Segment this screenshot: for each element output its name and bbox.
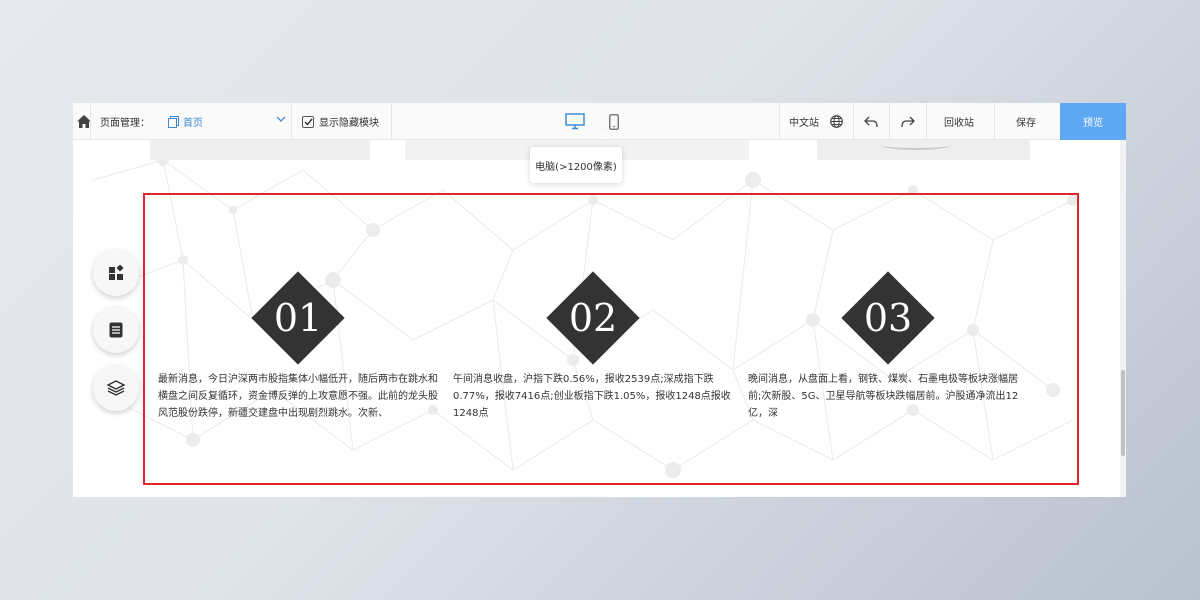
- globe-button[interactable]: [829, 103, 843, 140]
- show-hidden-label: 显示隐藏模块: [319, 118, 379, 129]
- layers-icon: [107, 380, 125, 396]
- column-text: 最新消息，今日沪深两市股指集体小幅低开，随后两市在跳水和横盘之间反复循环，资金博…: [158, 374, 438, 419]
- column-text: 午间消息收盘，沪指下跌0.56%，报收2539点;深成指下跌0.77%，报收74…: [453, 374, 731, 419]
- document-icon: [109, 322, 123, 338]
- undo-button[interactable]: [863, 103, 879, 140]
- previous-section-image: [881, 140, 951, 150]
- desktop-view-button[interactable]: [563, 103, 587, 140]
- preview-button[interactable]: 预览: [1060, 103, 1126, 140]
- language-switch[interactable]: 中文站: [789, 103, 819, 140]
- toolbar-divider: [291, 103, 292, 140]
- save-button[interactable]: 保存: [1016, 103, 1036, 140]
- desktop-icon: [565, 113, 585, 130]
- column-text: 晚间消息，从盘面上看，钢铁、煤炭、石墨电极等板块涨幅居前;次新股、5G、卫星导航…: [748, 374, 1019, 419]
- column-number: 01: [273, 296, 323, 340]
- home-icon: [77, 115, 91, 128]
- toolbar-divider: [391, 103, 392, 140]
- page-manager-label: 页面管理：: [100, 118, 150, 129]
- widgets-icon: [109, 265, 124, 280]
- column-number: 03: [863, 296, 913, 340]
- editor-window: 页面管理： 首页 显示隐藏模块 中文站 回收站 保存 预览 电脑(>1200像素…: [73, 103, 1126, 497]
- show-hidden-toggle[interactable]: 显示隐藏模块: [302, 103, 379, 140]
- document-button[interactable]: [93, 307, 139, 353]
- column-number: 02: [568, 296, 618, 340]
- page-icon: [168, 115, 179, 128]
- redo-icon: [901, 116, 915, 127]
- device-tooltip-arrow: [600, 133, 610, 139]
- vertical-scrollbar[interactable]: [1120, 140, 1126, 497]
- redo-button[interactable]: [900, 103, 916, 140]
- scrollbar-thumb[interactable]: [1121, 370, 1125, 456]
- chevron-down-icon: [276, 116, 286, 122]
- widgets-button[interactable]: [93, 250, 139, 296]
- current-page-label: 首页: [183, 118, 203, 129]
- editor-toolbar: 页面管理： 首页 显示隐藏模块 中文站 回收站 保存 预览: [73, 103, 1126, 140]
- device-tooltip: 电脑(>1200像素): [530, 147, 622, 183]
- toolbar-divider: [889, 103, 890, 140]
- mobile-icon: [609, 113, 619, 130]
- toolbar-divider: [779, 103, 780, 140]
- toolbar-divider: [994, 103, 995, 140]
- toolbar-divider: [853, 103, 854, 140]
- recycle-bin-button[interactable]: 回收站: [944, 103, 974, 140]
- layers-button[interactable]: [93, 365, 139, 411]
- checkbox-checked-icon[interactable]: [302, 115, 314, 128]
- undo-icon: [864, 116, 878, 127]
- globe-icon: [829, 115, 843, 128]
- toolbar-divider: [90, 103, 91, 140]
- page-select[interactable]: 首页: [168, 103, 288, 140]
- previous-section-card: [150, 140, 370, 160]
- toolbar-divider: [926, 103, 927, 140]
